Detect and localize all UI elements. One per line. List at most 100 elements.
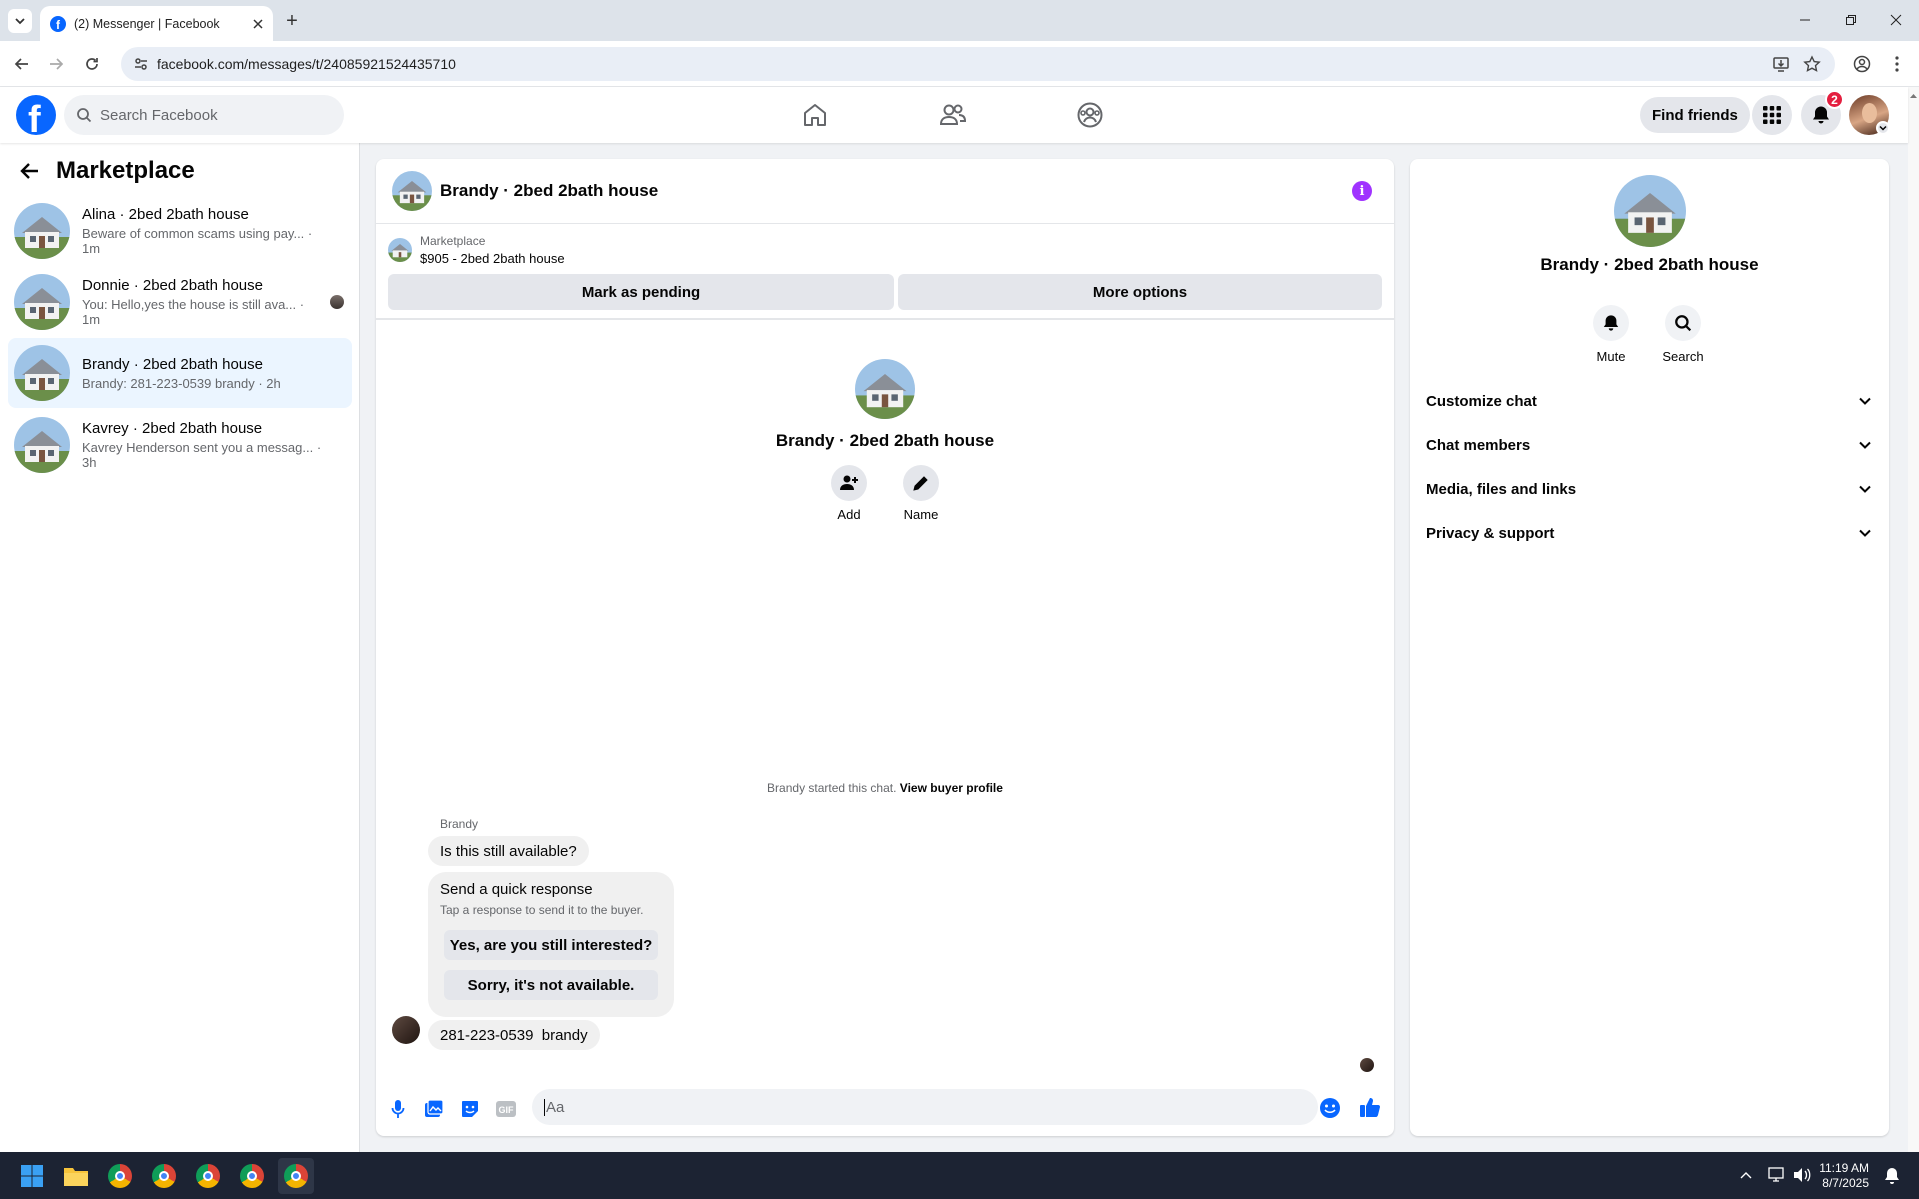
close-window-button[interactable] — [1873, 0, 1919, 40]
chrome-taskbar-button[interactable] — [190, 1158, 226, 1194]
facebook-header: f Search Facebook Find friends 2 — [0, 87, 1908, 143]
browser-tab-messenger[interactable]: f (2) Messenger | Facebook — [40, 6, 273, 41]
house-avatar — [855, 359, 915, 419]
svg-text:GIF: GIF — [499, 1105, 515, 1115]
conversation-title[interactable]: Brandy · 2bed 2bath house — [440, 181, 658, 201]
address-bar[interactable]: facebook.com/messages/t/2408592152443571… — [121, 47, 1835, 81]
sticker-button[interactable] — [458, 1097, 482, 1121]
chat-item-preview: Brandy: 281-223-0539 brandy · 2h — [82, 375, 281, 391]
reload-button[interactable] — [80, 52, 104, 76]
home-icon — [804, 104, 826, 126]
find-friends-button[interactable]: Find friends — [1640, 97, 1750, 133]
attach-media-button[interactable] — [422, 1097, 446, 1121]
reload-icon — [86, 58, 98, 70]
back-arrow-icon[interactable] — [20, 161, 40, 181]
gif-button[interactable]: GIF — [494, 1097, 518, 1121]
clock-date: 8/7/2025 — [1822, 1176, 1869, 1190]
browser-menu-button[interactable] — [1885, 52, 1909, 76]
chevron-down-icon — [1859, 397, 1871, 405]
chat-item-donnie[interactable]: Donnie · 2bed 2bath house You: Hello,yes… — [8, 267, 352, 337]
chevron-up-icon[interactable] — [1740, 1170, 1752, 1180]
quick-reply-interested-button[interactable]: Yes, are you still interested? — [444, 930, 658, 960]
volume-icon[interactable] — [1793, 1167, 1811, 1183]
incoming-message-bubble[interactable]: 281-223-0539 brandy — [428, 1020, 600, 1050]
chat-item-alina[interactable]: Alina · 2bed 2bath house Beware of commo… — [8, 196, 352, 266]
bell-icon — [1603, 315, 1619, 331]
new-tab-button[interactable]: + — [280, 9, 304, 33]
chat-item-preview: You: Hello,yes the house is still ava...… — [82, 297, 305, 327]
bookmark-button[interactable] — [1800, 52, 1824, 76]
mark-as-pending-button[interactable]: Mark as pending — [388, 274, 894, 310]
start-button[interactable] — [14, 1158, 50, 1194]
privacy-support-section[interactable]: Privacy & support — [1424, 511, 1874, 555]
close-tab-icon[interactable] — [253, 18, 263, 29]
media-files-links-section[interactable]: Media, files and links — [1424, 467, 1874, 511]
emoji-button[interactable] — [1318, 1096, 1342, 1120]
chevron-down-icon — [1859, 485, 1871, 493]
scroll-up-icon[interactable] — [1908, 91, 1919, 101]
chrome-icon — [196, 1164, 220, 1188]
add-people-button[interactable]: Add — [831, 465, 867, 522]
folder-icon — [64, 1168, 88, 1186]
system-clock[interactable]: 11:19 AM 8/7/2025 — [1819, 1161, 1869, 1191]
nav-home[interactable] — [795, 95, 835, 135]
facebook-favicon: f — [50, 15, 66, 32]
like-button[interactable] — [1358, 1095, 1382, 1119]
sender-name: Brandy — [440, 817, 479, 831]
mute-button[interactable]: Mute — [1576, 305, 1646, 364]
edit-name-button[interactable]: Name — [903, 465, 939, 522]
restore-button[interactable] — [1828, 0, 1874, 40]
chrome-icon — [108, 1164, 132, 1188]
chat-item-kavrey[interactable]: Kavrey · 2bed 2bath house Kavrey Henders… — [8, 410, 352, 480]
back-button[interactable] — [10, 52, 34, 76]
chrome-taskbar-button[interactable] — [146, 1158, 182, 1194]
chat-item-brandy[interactable]: Brandy · 2bed 2bath house Brandy: 281-22… — [8, 338, 352, 408]
menu-button[interactable] — [1752, 95, 1792, 135]
sender-avatar[interactable] — [392, 1016, 420, 1044]
profile-button[interactable] — [1850, 52, 1874, 76]
network-icon[interactable] — [1768, 1167, 1786, 1183]
account-caret[interactable] — [1876, 121, 1890, 135]
search-placeholder: Search Facebook — [100, 106, 218, 124]
forward-button[interactable] — [44, 52, 68, 76]
house-avatar[interactable] — [392, 171, 432, 211]
file-explorer-button[interactable] — [58, 1158, 94, 1194]
customize-chat-section[interactable]: Customize chat — [1424, 379, 1874, 423]
chrome-taskbar-button[interactable] — [234, 1158, 270, 1194]
conversation-intro: Brandy · 2bed 2bath house Add Name — [376, 359, 1394, 522]
tab-search-dropdown[interactable] — [8, 9, 32, 33]
browser-tab-bar: f (2) Messenger | Facebook + — [0, 0, 1919, 41]
quick-reply-not-available-button[interactable]: Sorry, it's not available. — [444, 970, 658, 1000]
chevron-down-icon — [1859, 441, 1871, 449]
details-title: Brandy · 2bed 2bath house — [1540, 255, 1759, 274]
grid-menu-icon — [1763, 106, 1781, 124]
listing-info[interactable]: Marketplace $905 - 2bed 2bath house — [388, 234, 565, 266]
search-in-conversation-button[interactable]: Search — [1648, 305, 1718, 364]
info-icon[interactable]: i — [1352, 181, 1372, 201]
message-text: Is this still available? — [440, 842, 577, 860]
chrome-taskbar-button[interactable] — [102, 1158, 138, 1194]
view-buyer-profile-link[interactable]: View buyer profile — [900, 781, 1003, 795]
nav-friends[interactable] — [933, 95, 973, 135]
page-scrollbar[interactable] — [1908, 87, 1919, 1152]
more-options-button[interactable]: More options — [898, 274, 1382, 310]
site-info-icon[interactable] — [133, 56, 149, 72]
incoming-message-bubble[interactable]: Is this still available? — [428, 836, 589, 866]
facebook-logo[interactable]: f — [16, 95, 56, 135]
voice-clip-button[interactable] — [386, 1097, 410, 1121]
notification-bell-icon[interactable] — [1884, 1167, 1900, 1185]
conversation-header: Brandy · 2bed 2bath house i — [376, 159, 1394, 224]
facebook-search-input[interactable]: Search Facebook — [64, 95, 344, 135]
minimize-button[interactable] — [1782, 0, 1828, 40]
chat-members-section[interactable]: Chat members — [1424, 423, 1874, 467]
thumbs-up-icon — [1360, 1098, 1380, 1117]
install-app-button[interactable] — [1769, 52, 1793, 76]
nav-groups[interactable] — [1070, 95, 1110, 135]
friends-icon — [939, 104, 967, 125]
house-avatar — [14, 203, 70, 259]
house-avatar — [14, 274, 70, 330]
intro-title: Brandy · 2bed 2bath house — [775, 431, 995, 450]
message-input[interactable]: Aa — [532, 1089, 1318, 1125]
listing-thumbnail — [388, 238, 412, 262]
chrome-taskbar-button-active[interactable] — [278, 1158, 314, 1194]
